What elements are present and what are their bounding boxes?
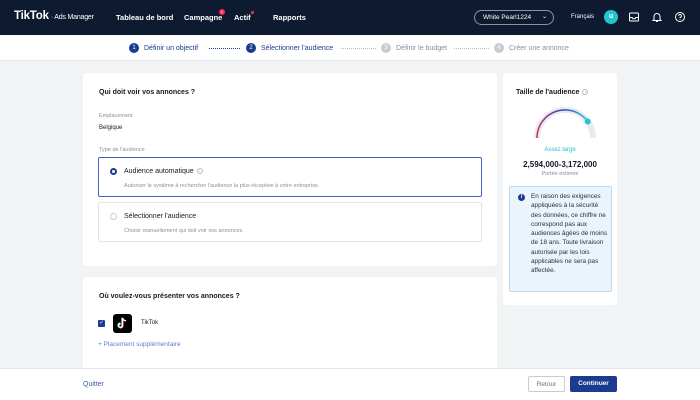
data-privacy-notice: i En raison des exigences appliquées à l… <box>509 186 612 292</box>
assets-notification-dot <box>251 11 254 14</box>
footer-bar: Quitter Retour Continuer <box>0 368 700 400</box>
audience-card: Qui doit voir vos annonces ? Emplacement… <box>83 73 497 266</box>
logo-subtitle: · Ads Manager <box>50 14 94 21</box>
location-label: Emplacement <box>99 113 133 119</box>
nav-campaign[interactable]: Campagne <box>184 13 222 22</box>
nav-reports[interactable]: Rapports <box>273 13 306 22</box>
step-connector <box>341 48 376 49</box>
audience-gauge <box>534 107 596 139</box>
audience-section-title: Qui doit voir vos annonces ? <box>99 89 196 96</box>
step-create-ad[interactable]: 4 Créer une annonce <box>494 43 569 53</box>
step-connector <box>209 48 240 49</box>
tiktok-placement-checkbox[interactable]: ✓ <box>98 320 105 327</box>
account-selector[interactable]: White Pearl1224 ⌄ <box>474 10 554 25</box>
option-description: Choisir manuellement qui doit voir vos a… <box>124 228 244 234</box>
bell-icon[interactable] <box>651 11 663 23</box>
top-navbar: TikTok · Ads Manager Tableau de bord Cam… <box>0 0 700 35</box>
tiktok-app-icon <box>113 314 132 333</box>
option-automatic-audience[interactable]: Audience automatique i Autoriser le systè… <box>98 157 482 197</box>
continue-button[interactable]: Continuer <box>570 376 617 392</box>
step-number: 1 <box>129 43 139 53</box>
placement-name: TikTok <box>141 320 159 326</box>
back-button[interactable]: Retour <box>528 376 565 392</box>
chevron-down-icon: ⌄ <box>541 14 547 20</box>
audience-size-title: Taille de l'audience i <box>516 89 589 96</box>
option-title: Sélectionner l'audience <box>124 213 197 220</box>
location-value[interactable]: Belgique <box>99 125 122 131</box>
estimated-reach-label: Portée estimée <box>541 171 579 177</box>
notice-text: En raison des exigences appliquées à la … <box>531 193 608 275</box>
language-selector[interactable]: Français <box>571 14 594 20</box>
add-placement-link[interactable]: + Placement supplémentaire <box>98 341 181 348</box>
step-label: Définir un objectif <box>144 44 199 52</box>
audience-breadth-status: Assez large <box>544 147 576 153</box>
step-label: Sélectionner l'audience <box>261 44 334 52</box>
info-icon[interactable]: i <box>196 168 203 174</box>
info-icon[interactable]: i <box>582 89 589 95</box>
inbox-icon[interactable] <box>628 11 640 23</box>
step-number: 2 <box>246 43 256 53</box>
nav-dashboard[interactable]: Tableau de bord <box>116 13 173 22</box>
audience-type-label: Type de l'audience <box>99 147 145 153</box>
quit-link[interactable]: Quitter <box>83 381 104 388</box>
step-objective[interactable]: 1 Définir un objectif <box>129 43 198 53</box>
help-icon[interactable] <box>674 11 686 23</box>
audience-size-range: 2,594,000-3,172,000 <box>523 160 597 169</box>
step-number: 3 <box>381 43 391 53</box>
option-title: Audience automatique i <box>124 168 203 175</box>
step-audience[interactable]: 2 Sélectionner l'audience <box>246 43 333 53</box>
gauge-indicator <box>584 118 591 125</box>
step-number: 4 <box>494 43 504 53</box>
option-description: Autoriser le système à rechercher l'audi… <box>124 183 320 189</box>
campaign-badge: 1 <box>219 9 225 15</box>
nav-assets[interactable]: Actif <box>234 13 251 22</box>
info-icon: i <box>518 194 525 201</box>
tiktok-note-icon <box>117 317 127 329</box>
audience-size-card: Taille de l'audience i Assez large 2,594,… <box>503 73 617 305</box>
step-budget[interactable]: 3 Définir le budget <box>381 43 447 53</box>
placement-card: Où voulez-vous présenter vos annonces ? … <box>83 277 497 369</box>
campaign-stepper: 1 Définir un objectif 2 Sélectionner l'a… <box>0 35 700 61</box>
option-select-audience[interactable]: Sélectionner l'audience Choisir manuelle… <box>98 202 482 242</box>
step-label: Définir le budget <box>396 44 447 52</box>
tiktok-ads-logo[interactable]: TikTok · Ads Manager <box>14 10 94 22</box>
step-label: Créer une annonce <box>509 44 569 52</box>
placement-section-title: Où voulez-vous présenter vos annonces ? <box>99 293 240 300</box>
logo-text: TikTok <box>14 10 49 22</box>
step-connector <box>454 48 489 49</box>
radio-select[interactable] <box>110 213 117 220</box>
radio-automatic[interactable] <box>110 168 117 175</box>
account-name: White Pearl1224 <box>483 14 532 21</box>
avatar[interactable]: u <box>604 10 618 24</box>
